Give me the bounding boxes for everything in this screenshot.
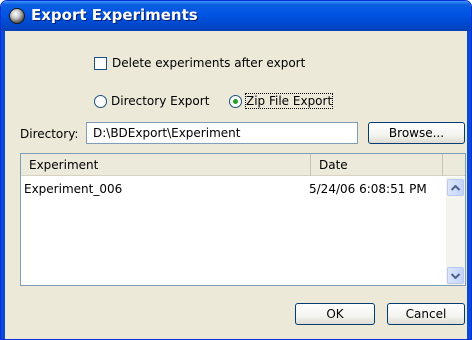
- table-row[interactable]: Experiment_006 5/24/06 6:08:51 PM: [21, 177, 446, 201]
- vertical-scrollbar[interactable]: [446, 177, 465, 285]
- scroll-up-button[interactable]: [447, 179, 464, 196]
- directory-label: Directory:: [20, 127, 79, 141]
- browse-button[interactable]: Browse...: [368, 122, 465, 144]
- column-header-date[interactable]: Date: [311, 154, 443, 176]
- directory-export-option[interactable]: Directory Export: [94, 94, 209, 108]
- directory-export-radio[interactable]: [94, 94, 107, 108]
- table-header: Experiment Date: [21, 154, 465, 176]
- scroll-down-button[interactable]: [447, 267, 464, 284]
- delete-after-export-option[interactable]: Delete experiments after export: [94, 56, 305, 70]
- directory-input[interactable]: [86, 122, 358, 144]
- export-experiments-dialog: Export Experiments Delete experiments af…: [0, 0, 472, 340]
- window-frame-right: [467, 31, 471, 339]
- column-header-experiment[interactable]: Experiment: [21, 154, 311, 176]
- directory-export-label: Directory Export: [111, 94, 210, 108]
- title-bar[interactable]: Export Experiments: [1, 1, 471, 31]
- app-icon: [9, 8, 25, 24]
- zip-export-label: Zip File Export: [244, 93, 334, 109]
- delete-after-export-label: Delete experiments after export: [112, 56, 306, 70]
- column-header-filler: [443, 154, 465, 176]
- zip-export-option[interactable]: Zip File Export: [229, 93, 334, 109]
- chevron-down-icon: [451, 272, 460, 279]
- experiments-table: Experiment Date Experiment_006 5/24/06 6…: [20, 153, 466, 286]
- ok-button[interactable]: OK: [295, 303, 375, 325]
- cancel-button[interactable]: Cancel: [387, 303, 465, 325]
- window-title: Export Experiments: [31, 6, 198, 24]
- date-cell: 5/24/06 6:08:51 PM: [309, 182, 427, 196]
- chevron-up-icon: [451, 184, 460, 191]
- delete-after-export-checkbox[interactable]: [94, 56, 107, 70]
- zip-export-radio[interactable]: [229, 94, 242, 108]
- window-frame-left: [1, 31, 5, 339]
- experiment-cell: Experiment_006: [24, 182, 123, 196]
